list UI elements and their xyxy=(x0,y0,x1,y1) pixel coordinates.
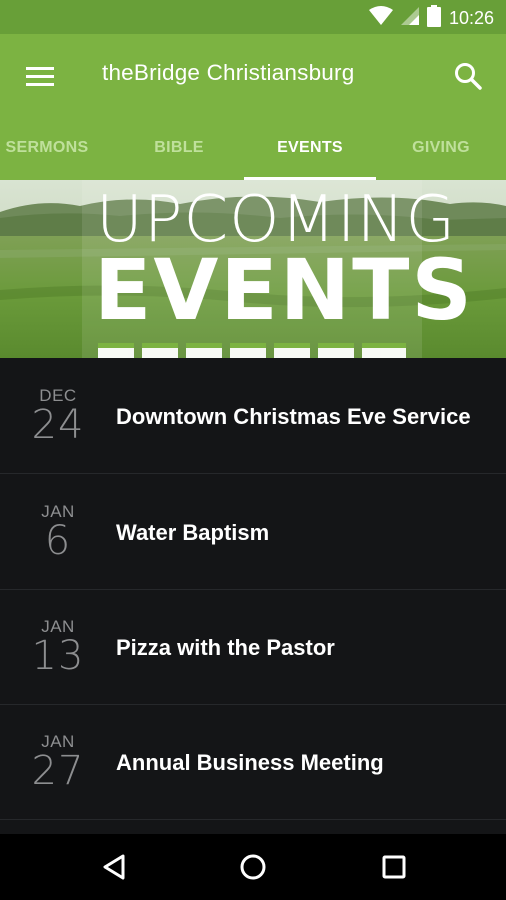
tab-bar: SERMONS BIBLE EVENTS GIVING xyxy=(0,116,506,180)
event-title: Downtown Christmas Eve Service xyxy=(116,404,471,429)
status-icons: 10:26 xyxy=(368,4,494,32)
event-item[interactable]: JAN 27 Annual Business Meeting xyxy=(0,704,506,820)
app-bar: theBridge Christiansburg xyxy=(0,34,506,116)
banner-title-events: EVENTS xyxy=(94,241,474,339)
event-list: DEC 24 Downtown Christmas Eve Service JA… xyxy=(0,358,506,834)
event-day: 24 xyxy=(31,402,85,448)
tab-giving[interactable]: GIVING xyxy=(380,116,502,180)
signal-icon xyxy=(400,6,419,31)
battery-icon xyxy=(426,4,441,32)
wifi-icon xyxy=(368,5,393,31)
event-title: Annual Business Meeting xyxy=(116,750,384,775)
back-icon[interactable] xyxy=(92,845,136,889)
search-icon[interactable] xyxy=(446,54,490,98)
status-bar: 10:26 xyxy=(0,0,506,34)
menu-icon[interactable] xyxy=(16,56,64,96)
event-title: Pizza with the Pastor xyxy=(116,635,335,660)
event-title: Water Baptism xyxy=(116,520,270,545)
status-time: 10:26 xyxy=(448,7,494,28)
home-icon[interactable] xyxy=(231,845,275,889)
events-banner: UPCOMING EVENTS xyxy=(0,180,506,358)
tab-events[interactable]: EVENTS xyxy=(244,116,376,180)
event-item[interactable]: JAN 13 Pizza with the Pastor xyxy=(0,589,506,705)
event-day: 27 xyxy=(31,748,85,794)
event-item[interactable]: DEC 24 Downtown Christmas Eve Service xyxy=(0,358,506,474)
event-day: 13 xyxy=(31,633,85,679)
system-nav-bar xyxy=(0,834,506,900)
tab-bible[interactable]: BIBLE xyxy=(118,116,240,180)
recents-icon[interactable] xyxy=(372,845,416,889)
app-title: theBridge Christiansburg xyxy=(102,60,355,85)
event-item[interactable]: JAN 6 Water Baptism xyxy=(0,474,506,590)
event-day: 6 xyxy=(44,518,72,564)
tab-sermons[interactable]: SERMONS xyxy=(0,116,94,180)
